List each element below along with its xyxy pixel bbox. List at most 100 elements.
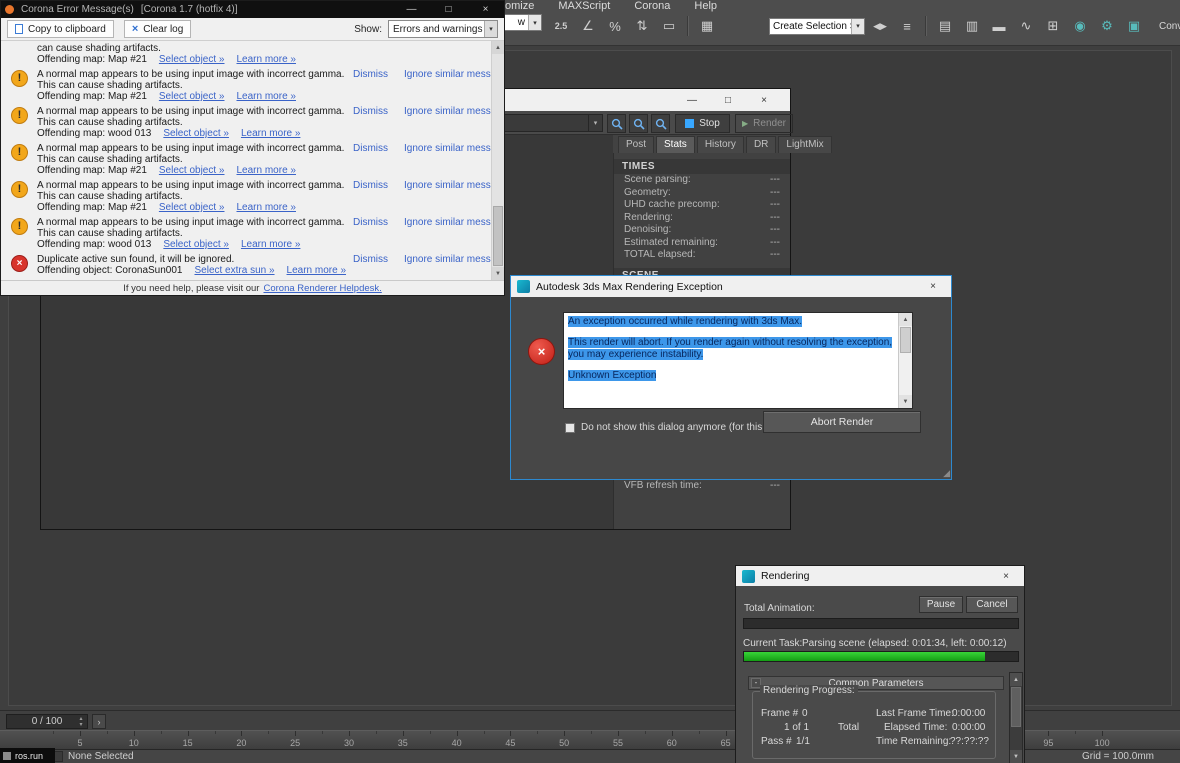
learn-more-link[interactable]: Learn more » <box>241 239 300 250</box>
close-button[interactable]: × <box>988 566 1024 586</box>
select-object-link[interactable]: Select object » <box>159 91 225 102</box>
error-message-row: !A normal map appears to be using input … <box>1 141 493 178</box>
spinner-snap-icon[interactable]: ⇅ <box>630 14 654 38</box>
named-selection-sets-icon[interactable]: ▦ <box>695 14 719 38</box>
learn-more-link[interactable]: Learn more » <box>237 165 296 176</box>
ruler-tick-label: 35 <box>398 738 408 748</box>
dismiss-link[interactable]: Dismiss <box>353 106 388 117</box>
percent-snap-icon[interactable]: % <box>603 14 627 38</box>
angle-snap-icon[interactable]: ∠ <box>576 14 600 38</box>
scroll-down-icon[interactable]: ▼ <box>899 395 912 408</box>
maximize-button[interactable]: □ <box>430 1 467 18</box>
dismiss-link[interactable]: Dismiss <box>353 69 388 80</box>
mirror-icon[interactable]: ◀▶ <box>868 14 892 38</box>
zoom-actual-size-icon[interactable] <box>651 114 670 133</box>
tab-history[interactable]: History <box>697 136 744 153</box>
scroll-up-icon[interactable]: ▲ <box>899 313 912 326</box>
rendering-title-bar[interactable]: Rendering × <box>736 566 1024 586</box>
ribbon-icon[interactable]: ▬ <box>987 14 1011 38</box>
ignore-similar-link[interactable]: Ignore similar messages <box>404 143 493 154</box>
render-button[interactable]: ▶ Render <box>735 114 793 133</box>
select-object-link[interactable]: Select object » <box>163 128 229 139</box>
learn-more-link[interactable]: Learn more » <box>237 91 296 102</box>
close-button[interactable]: × <box>467 1 504 18</box>
error-window-title-bar[interactable]: Corona Error Message(s) [Corona 1.7 (hot… <box>1 1 504 18</box>
learn-more-link[interactable]: Learn more » <box>237 54 296 65</box>
ignore-similar-link[interactable]: Ignore similar messages <box>404 69 493 80</box>
scene-explorer-icon[interactable]: ▥ <box>960 14 984 38</box>
rollout-scrollbar[interactable]: ▲ ▼ <box>1009 672 1023 763</box>
learn-more-link[interactable]: Learn more » <box>241 128 300 139</box>
align-icon[interactable]: ≡ <box>895 14 919 38</box>
current-frame-field[interactable]: 0 / 100 ▴ ▾ <box>6 714 88 729</box>
copy-to-clipboard-button[interactable]: Copy to clipboard <box>7 20 114 38</box>
select-object-link[interactable]: Select object » <box>163 239 229 250</box>
select-object-link[interactable]: Select object » <box>159 54 225 65</box>
learn-more-link[interactable]: Learn more » <box>237 202 296 213</box>
helpdesk-link[interactable]: Corona Renderer Helpdesk. <box>263 283 381 294</box>
scroll-up-icon[interactable]: ▲ <box>492 41 504 54</box>
ignore-similar-link[interactable]: Ignore similar messages <box>404 254 493 265</box>
ignore-similar-link[interactable]: Ignore similar messages <box>404 106 493 117</box>
curve-editor-icon[interactable]: ∿ <box>1014 14 1038 38</box>
frame-spinner[interactable]: ▴ ▾ <box>76 715 86 728</box>
menu-help[interactable]: Help <box>694 0 717 12</box>
material-editor-icon[interactable]: ◉ <box>1068 14 1092 38</box>
exception-message-text[interactable]: An exception occurred while rendering wi… <box>563 312 913 409</box>
tab-lightmix[interactable]: LightMix <box>778 136 831 153</box>
select-object-link[interactable]: Select object » <box>159 165 225 176</box>
taskbar-fragment[interactable]: ros.run <box>0 748 55 763</box>
dismiss-link[interactable]: Dismiss <box>353 217 388 228</box>
ignore-similar-link[interactable]: Ignore similar messages <box>404 217 493 228</box>
tab-stats[interactable]: Stats <box>656 136 695 153</box>
resize-grip[interactable]: ◢ <box>943 468 950 479</box>
abort-render-button[interactable]: Abort Render <box>763 411 921 433</box>
close-button[interactable]: × <box>915 276 951 297</box>
keyboard-override-icon[interactable]: ▭ <box>657 14 681 38</box>
error-list-scrollbar[interactable]: ▲ ▼ <box>491 41 504 280</box>
exception-text-scrollbar[interactable]: ▲ ▼ <box>898 313 912 408</box>
dismiss-link[interactable]: Dismiss <box>353 143 388 154</box>
ruler-tick <box>726 731 727 736</box>
scroll-down-icon[interactable]: ▼ <box>492 267 504 280</box>
menu-maxscript[interactable]: MAXScript <box>558 0 610 12</box>
times-section-header: TIMES <box>614 159 790 174</box>
zoom-out-icon[interactable] <box>629 114 648 133</box>
cancel-button[interactable]: Cancel <box>966 596 1018 613</box>
minimize-button[interactable]: — <box>393 1 430 18</box>
tab-dr[interactable]: DR <box>746 136 776 153</box>
exception-title-bar[interactable]: Autodesk 3ds Max Rendering Exception × <box>511 276 951 297</box>
minimize-button[interactable]: — <box>674 89 710 111</box>
dont-show-again-checkbox[interactable] <box>565 423 575 433</box>
stop-render-button[interactable]: Stop <box>675 114 730 133</box>
next-frame-button[interactable]: › <box>92 714 106 729</box>
clear-log-button[interactable]: × Clear log <box>124 20 191 38</box>
desktop: omize MAXScript Corona Help w ▾ 2.5∠%⇅▭▦… <box>0 0 1180 763</box>
snaps-toggle-icon[interactable]: 2.5 <box>549 14 573 38</box>
select-object-link[interactable]: Select extra sun » <box>194 265 274 276</box>
scrollbar-thumb[interactable] <box>900 327 911 353</box>
ignore-similar-link[interactable]: Ignore similar messages <box>404 180 493 191</box>
tab-post[interactable]: Post <box>618 136 654 153</box>
rendered-frame-window-icon[interactable]: ▣ <box>1122 14 1146 38</box>
scrollbar-thumb[interactable] <box>493 206 503 266</box>
maximize-button[interactable]: □ <box>710 89 746 111</box>
scrollbar-thumb[interactable] <box>1011 687 1021 727</box>
learn-more-link[interactable]: Learn more » <box>287 265 346 276</box>
scroll-down-icon[interactable]: ▼ <box>1010 750 1022 763</box>
render-setup-icon[interactable]: ⚙ <box>1095 14 1119 38</box>
named-selection-sets-combo[interactable]: Create Selection Se▾ <box>769 18 865 35</box>
dismiss-link[interactable]: Dismiss <box>353 254 388 265</box>
zoom-in-icon[interactable] <box>607 114 626 133</box>
pause-button[interactable]: Pause <box>919 596 963 613</box>
menu-corona[interactable]: Corona <box>634 0 670 12</box>
schematic-view-icon[interactable]: ⊞ <box>1041 14 1065 38</box>
menu-customize[interactable]: omize <box>505 0 534 12</box>
layer-manager-icon[interactable]: ▤ <box>933 14 957 38</box>
scroll-up-icon[interactable]: ▲ <box>1010 673 1022 686</box>
show-filter-dropdown[interactable]: Errors and warnings ▾ <box>388 20 498 38</box>
dismiss-link[interactable]: Dismiss <box>353 180 388 191</box>
close-button[interactable]: × <box>746 89 782 111</box>
select-object-link[interactable]: Select object » <box>159 202 225 213</box>
clear-label: Clear log <box>143 24 183 35</box>
